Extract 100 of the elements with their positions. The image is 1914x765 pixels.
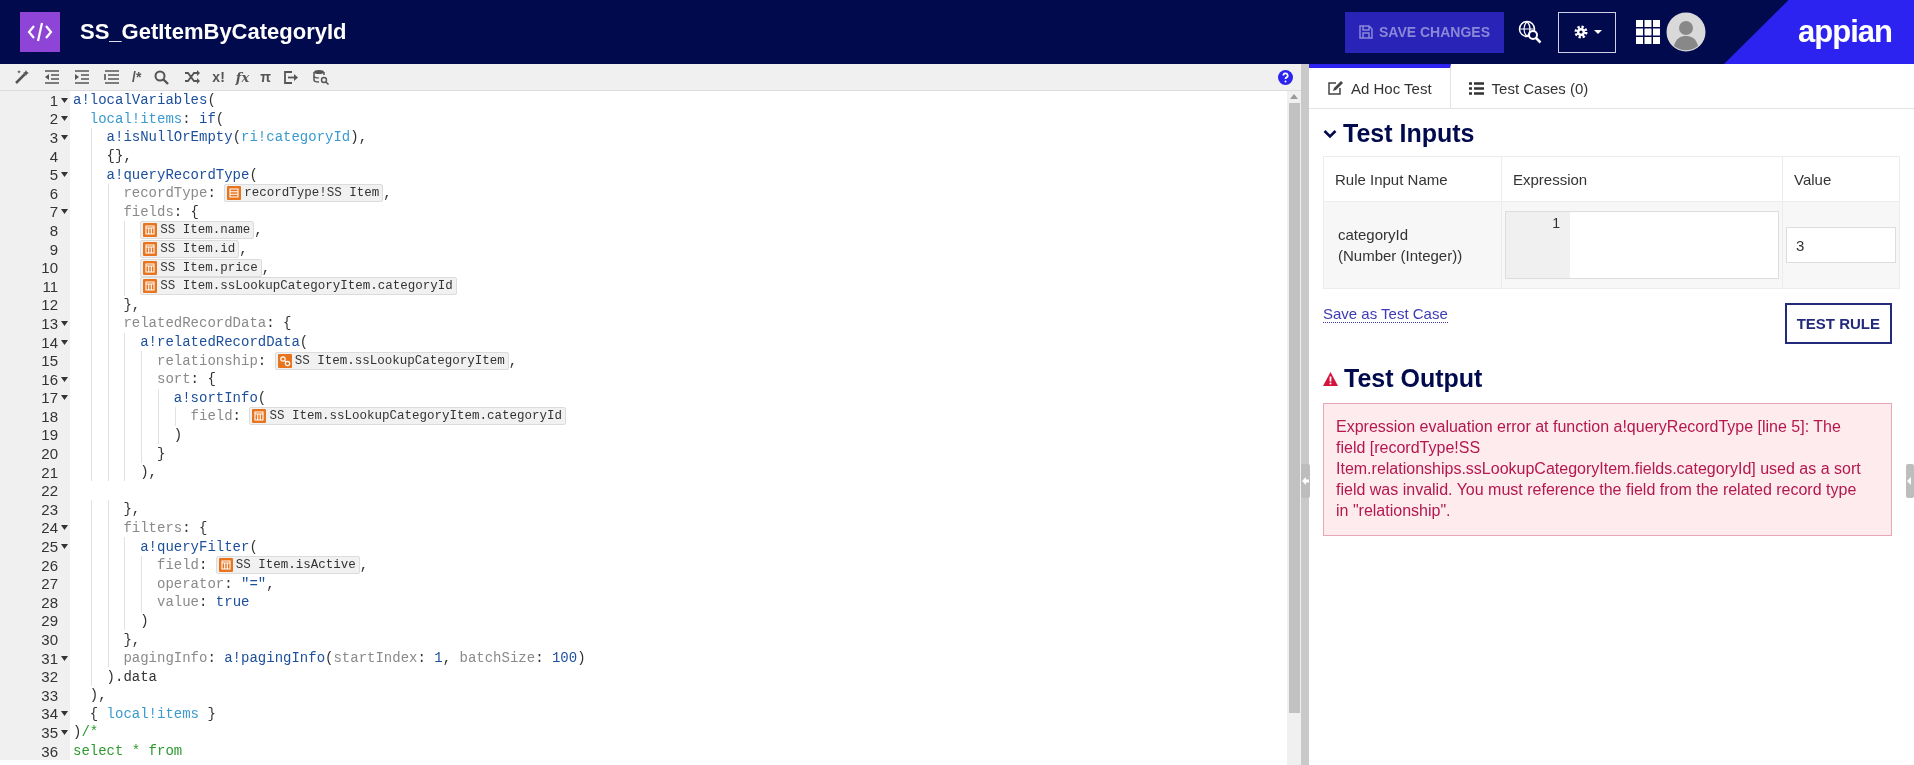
save-as-test-case-link[interactable]: Save as Test Case (1323, 305, 1448, 323)
fold-caret-icon[interactable] (60, 525, 68, 531)
fold-caret-icon[interactable] (60, 209, 68, 215)
fold-caret-icon[interactable] (60, 395, 68, 401)
line-number: 35 (41, 724, 58, 741)
fold-caret-icon[interactable] (60, 320, 68, 326)
line-number: 33 (41, 686, 58, 704)
code-text: fields: { (123, 203, 200, 220)
rule-title: SS_GetItemByCategoryId (80, 19, 348, 45)
indent-icon[interactable] (73, 70, 90, 84)
line-number: 29 (41, 612, 58, 630)
line-number: 2 (49, 110, 58, 128)
field-chip[interactable]: SS Item.id (140, 240, 240, 259)
fold-caret-icon[interactable] (60, 655, 68, 661)
fold-caret-icon[interactable] (60, 544, 68, 550)
error-message: Expression evaluation error at function a!queryRecordType [line 5]: The field [recordType!SS Item.relationships.ssLookupCategoryItem.fields.categoryId] used as a sort field was invalid. You must reference the field from the related record type in "relationship". (1323, 403, 1892, 536)
code-text: , (508, 352, 518, 369)
export-icon[interactable] (283, 69, 300, 85)
fold-caret-icon[interactable] (60, 172, 68, 178)
code-text: , (359, 557, 369, 574)
code-text: ) (173, 427, 183, 443)
line-number: 19 (41, 426, 58, 444)
avatar-icon[interactable] (1666, 12, 1706, 52)
line-number: 23 (41, 500, 58, 518)
value-input[interactable]: 3 (1786, 227, 1896, 263)
caret-icon (1593, 30, 1602, 34)
field-icon (218, 558, 233, 573)
app-grid-icon[interactable] (1636, 20, 1660, 44)
line-number: 25 (41, 538, 58, 556)
line-number: 13 (41, 314, 58, 332)
globe-search-icon[interactable] (1518, 20, 1542, 44)
line-number: 36 (41, 742, 58, 760)
line-number: 22 (41, 482, 58, 500)
database-search-icon[interactable] (313, 69, 330, 85)
code-text: )/* (73, 724, 99, 741)
section-heading: Test Inputs (1343, 119, 1475, 148)
help-icon[interactable] (1278, 69, 1293, 85)
field-icon (143, 242, 158, 257)
code-text: , (239, 241, 248, 258)
code-text: field: (157, 557, 209, 574)
outdent-icon[interactable] (43, 70, 60, 84)
fold-caret-icon[interactable] (60, 97, 68, 103)
shuffle-icon[interactable] (183, 70, 200, 84)
chevron-down-icon[interactable] (1323, 128, 1337, 139)
fold-caret-icon[interactable] (60, 116, 68, 122)
code-text: , (261, 259, 271, 276)
fold-caret-icon[interactable] (60, 730, 68, 735)
field-chip[interactable]: SS Item.isActive (215, 556, 360, 575)
line-number: 3 (49, 129, 58, 146)
fold-caret-icon[interactable] (60, 339, 68, 345)
code-text: { local!items } (89, 705, 216, 722)
line-number: 14 (41, 333, 58, 351)
fold-caret-icon[interactable] (60, 711, 68, 717)
search-icon[interactable] (154, 69, 170, 85)
code-text: ).data (106, 668, 157, 685)
field-icon (143, 279, 158, 294)
code-text: a!sortInfo( (173, 389, 267, 406)
code-text: a!localVariables( (73, 92, 216, 109)
gear-icon (1572, 24, 1589, 40)
toolbar-symbol[interactable]: /* (132, 69, 142, 85)
code-text: ), (140, 464, 157, 481)
edit-icon (1327, 80, 1343, 96)
magic-wand-icon[interactable] (13, 69, 30, 85)
test-rule-button[interactable]: TEST RULE (1784, 303, 1892, 344)
code-text: select * from (73, 743, 183, 760)
toolbar-symbol[interactable]: fx (235, 69, 250, 85)
fold-caret-icon[interactable] (60, 376, 68, 382)
code-text: relationship: (157, 352, 268, 369)
line-number: 17 (41, 389, 58, 407)
field-chip[interactable]: SS Item.ssLookupCategoryItem.categoryId (140, 277, 457, 296)
field-chip[interactable]: SS Item.name (140, 221, 255, 240)
line-number: 31 (41, 649, 58, 667)
code-text: }, (123, 296, 141, 313)
warning-icon (1323, 371, 1338, 386)
record-type-chip[interactable]: recordType!SS Item (224, 184, 384, 203)
scrollbar[interactable] (1287, 91, 1301, 765)
line-number: 11 (42, 277, 58, 295)
code-text: value: true (157, 594, 250, 611)
line-number: 10 (41, 259, 58, 277)
line-number: 8 (49, 221, 58, 239)
code-text: a!queryRecordType( (106, 166, 258, 183)
field-chip[interactable]: SS Item.ssLookupCategoryItem.categoryId (249, 407, 566, 426)
line-number: 7 (49, 203, 58, 221)
expression-editor[interactable]: 1 (1505, 211, 1779, 279)
code-text: field: (190, 408, 242, 425)
line-number: 16 (41, 370, 58, 388)
lines-icon[interactable] (103, 70, 120, 84)
line-number: 1 (1552, 215, 1560, 231)
column-header: Rule Input Name (1335, 170, 1448, 188)
settings-menu-button[interactable] (1558, 11, 1616, 53)
collapse-handle-icon[interactable] (1906, 464, 1914, 498)
panel-tab[interactable]: Ad Hoc Test (1309, 64, 1451, 108)
relationship-chip[interactable]: SS Item.ssLookupCategoryItem (274, 351, 509, 370)
code-text: pagingInfo: a!pagingInfo(startIndex: 1, batchSize: 100) (123, 650, 586, 667)
fold-caret-icon[interactable] (60, 135, 68, 140)
toolbar-symbol[interactable]: x! (212, 69, 225, 85)
field-chip[interactable]: SS Item.price (140, 258, 262, 277)
collapse-handle-icon[interactable] (1301, 464, 1310, 498)
code-text: , (254, 222, 263, 239)
toolbar-symbol[interactable]: π (260, 69, 271, 85)
